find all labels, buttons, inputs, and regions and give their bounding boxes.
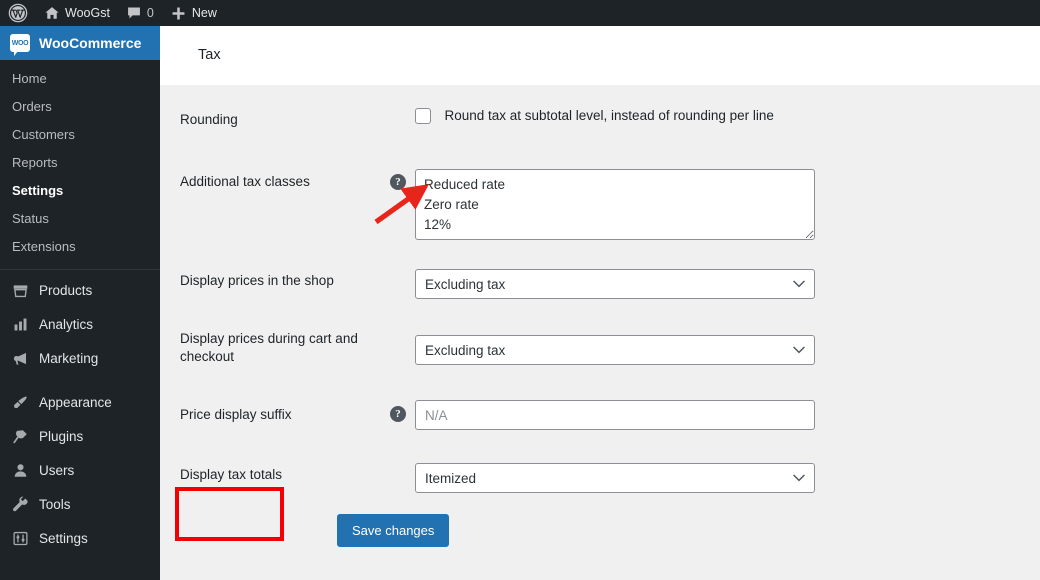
price-display-suffix-input[interactable] <box>415 400 815 430</box>
sidebar-item-woocommerce[interactable]: WOO WooCommerce <box>0 26 168 60</box>
sidebar-item-status[interactable]: Status <box>0 204 160 232</box>
round-tax-subtotal-checkbox[interactable] <box>415 107 431 124</box>
menu-gap <box>0 375 160 385</box>
display-prices-shop-field: Excluding tax <box>415 269 815 299</box>
display-prices-cart-value: Excluding tax <box>425 342 506 358</box>
save-changes-button[interactable]: Save changes <box>337 514 450 547</box>
help-question-icon[interactable]: ? <box>390 174 406 190</box>
display-prices-shop-label: Display prices in the shop <box>180 273 334 288</box>
wp-admin-bar: WooGst 0 New <box>0 0 1040 26</box>
site-name-menu[interactable]: WooGst <box>36 0 118 26</box>
round-tax-subtotal-label: Round tax at subtotal level, instead of … <box>444 108 774 124</box>
sidebar-item-label: Customers <box>12 126 75 142</box>
sidebar-item-tools[interactable]: Tools <box>0 487 160 521</box>
new-content-menu[interactable]: New <box>162 0 225 26</box>
sidebar-item-label: Home <box>12 70 47 86</box>
sidebar-item-analytics[interactable]: Analytics <box>0 307 160 341</box>
display-prices-cart-field: Excluding tax <box>415 335 815 365</box>
site-name-label: WooGst <box>65 6 110 20</box>
sidebar-item-settings-wp[interactable]: Settings <box>0 521 160 555</box>
comment-bubble-icon <box>128 7 140 19</box>
wordpress-logo-icon <box>8 3 28 23</box>
sidebar-item-label: WooCommerce <box>39 35 142 51</box>
comments-menu[interactable]: 0 <box>118 0 162 26</box>
price-display-suffix-label: Price display suffix <box>180 407 292 422</box>
comments-count: 0 <box>146 6 154 20</box>
chevron-down-icon <box>793 474 805 482</box>
sidebar-item-customers[interactable]: Customers <box>0 120 160 148</box>
sidebar-item-users[interactable]: Users <box>0 453 160 487</box>
sliders-icon <box>10 528 30 548</box>
additional-tax-classes-textarea[interactable]: Reduced rate Zero rate 12% <box>415 169 815 240</box>
sidebar-item-label: Tools <box>39 496 71 512</box>
display-tax-totals-field: Itemized <box>415 463 815 493</box>
display-tax-totals-value: Itemized <box>425 470 477 486</box>
sidebar-item-plugins[interactable]: Plugins <box>0 419 160 453</box>
display-tax-totals-select[interactable]: Itemized <box>415 463 815 493</box>
plug-icon <box>10 426 30 446</box>
menu-separator <box>0 269 160 270</box>
sidebar-item-home[interactable]: Home <box>0 64 160 92</box>
sidebar-item-label: Plugins <box>39 428 84 444</box>
plus-icon <box>172 7 185 19</box>
wp-logo-menu[interactable] <box>0 0 36 26</box>
sidebar-item-label: Appearance <box>39 394 112 410</box>
woocommerce-badge-text: WOO <box>11 39 29 47</box>
additional-tax-classes-label: Additional tax classes <box>180 174 310 189</box>
main-content-area: Tax Rounding Round tax at subtotal level… <box>160 26 1040 580</box>
rounding-field: Round tax at subtotal level, instead of … <box>415 107 774 125</box>
page-title: Tax <box>198 47 221 63</box>
sidebar-item-appearance[interactable]: Appearance <box>0 385 160 419</box>
wordpress-admin-screen: WooGst 0 New WOO WooCommerce Home Orders… <box>0 0 1040 580</box>
display-prices-cart-label: Display prices during cart and checkout <box>180 331 358 364</box>
sidebar-item-label: Analytics <box>39 316 94 332</box>
sidebar-item-label: Extensions <box>12 238 76 254</box>
sidebar-item-products[interactable]: Products <box>0 273 160 307</box>
woocommerce-submenu: Home Orders Customers Reports Settings S… <box>0 60 160 266</box>
sidebar-item-settings[interactable]: Settings <box>0 176 160 204</box>
sidebar-item-label: Products <box>39 282 93 298</box>
wrench-icon <box>10 494 30 514</box>
new-label: New <box>191 6 217 20</box>
sidebar-item-label: Status <box>12 210 49 226</box>
display-prices-shop-value: Excluding tax <box>425 276 506 292</box>
sidebar-item-label: Orders <box>12 98 52 114</box>
sidebar-item-label: Reports <box>12 154 58 170</box>
rounding-label: Rounding <box>180 112 238 127</box>
sidebar-item-extensions[interactable]: Extensions <box>0 232 160 260</box>
sidebar-item-label: Settings <box>12 182 64 198</box>
analytics-bars-icon <box>10 314 30 334</box>
price-display-suffix-field <box>415 400 815 430</box>
page-header-bar: Tax <box>160 26 1040 85</box>
display-tax-totals-label: Display tax totals <box>180 467 283 482</box>
display-prices-shop-select[interactable]: Excluding tax <box>415 269 815 299</box>
sidebar-item-orders[interactable]: Orders <box>0 92 160 120</box>
sidebar-item-marketing[interactable]: Marketing <box>0 341 160 375</box>
sidebar-item-label: Marketing <box>39 350 99 366</box>
megaphone-icon <box>10 348 30 368</box>
home-icon <box>45 7 59 19</box>
help-question-icon[interactable]: ? <box>390 406 406 422</box>
paintbrush-icon <box>10 392 30 412</box>
sidebar-item-label: Users <box>39 462 75 478</box>
display-prices-cart-select[interactable]: Excluding tax <box>415 335 815 365</box>
sidebar-item-label: Settings <box>39 530 88 546</box>
save-button-wrap: Save changes <box>337 514 450 547</box>
admin-sidebar-menu: WOO WooCommerce Home Orders Customers Re… <box>0 26 168 580</box>
woocommerce-badge-icon: WOO <box>10 34 30 56</box>
user-icon <box>10 460 30 480</box>
tax-settings-form: Rounding Round tax at subtotal level, in… <box>160 85 1040 580</box>
additional-tax-classes-field: Reduced rate Zero rate 12% <box>415 169 815 245</box>
sidebar-item-reports[interactable]: Reports <box>0 148 160 176</box>
chevron-down-icon <box>793 346 805 354</box>
chevron-down-icon <box>793 280 805 288</box>
products-icon <box>10 280 30 300</box>
